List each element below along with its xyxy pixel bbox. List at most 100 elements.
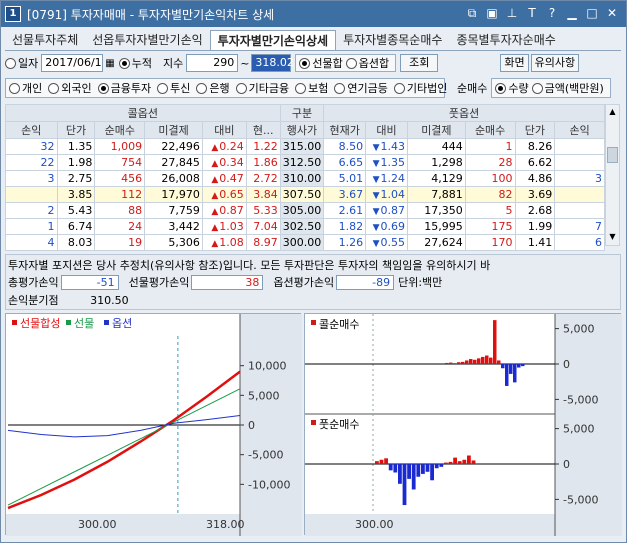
table-cell [5,186,58,203]
bar [402,464,407,506]
date-input[interactable]: 2017/06/1 [41,54,104,72]
index-to-input[interactable]: 318.02 [251,54,294,72]
column-header[interactable]: 미결제 [407,121,466,139]
x-axis-area [305,514,622,536]
table-row[interactable]: 3.8511217,9700.653.84307.503.671.047,881… [5,186,605,203]
payoff-chart-panel: 10,000 5,000 0 -5,000 -10,000 300.00 318.00 선물합… [5,313,302,536]
table-cell: 8.97 [245,234,281,251]
bar [465,360,469,364]
query-button[interactable]: 조회 [400,54,439,72]
tab-1[interactable]: 선물투자주체 [5,30,85,50]
tab-4[interactable]: 투자자별종목순매수 [336,30,449,50]
column-header[interactable]: 손익 [554,121,605,139]
futures-sum-radio[interactable]: 선물합 [299,55,343,71]
bar [398,464,402,484]
table-row[interactable]: 16.74243,4421.037.04302.501.820.6915,995… [5,218,605,235]
column-header[interactable]: 대비 [201,121,247,139]
investor-radio-6[interactable]: 기타금융 [235,80,289,96]
legend-label: 선물합성 [20,317,60,330]
table-row[interactable]: 321.351,00922,4960.241.22315.008.501.434… [5,138,605,155]
table-cell: 100 [464,170,516,187]
screen-button[interactable]: 화면 [500,54,529,72]
column-header[interactable]: 행사가 [279,121,325,139]
bar [462,459,467,464]
table-cell: 1.35 [56,138,96,155]
scroll-up-icon[interactable]: ▲ [607,107,618,118]
net-unit-radio-2[interactable]: 금액(백만원) [531,80,604,96]
query-controls: 일자 2017/06/1 ▦ 누적 지수 290 ~ 318.02 선물합 옵션… [5,54,580,72]
table-row[interactable]: 25.43887,7590.875.33305.002.610.8717,350… [5,202,605,219]
summary-panel: 투자자별 포지션은 당사 추정치(유의사항 참조)입니다. 모든 투자판단은 투… [5,254,621,310]
table-cell: 1.04 [365,186,408,203]
table-cell: 17,970 [144,186,203,203]
table-cell: 17,350 [407,202,466,219]
scroll-down-icon[interactable]: ▼ [607,232,618,243]
tab-3[interactable]: 투자자별만기손익상세 [209,30,337,50]
tab-5[interactable]: 종목별투자자순매수 [449,30,562,50]
table-cell: 3 [5,170,58,187]
minimize-icon[interactable]: ▁ [564,5,580,21]
table-cell: 310.00 [279,170,325,187]
bar [448,461,453,464]
tab-bar: 선물투자주체 선옵투자자별만기손익 투자자별만기손익상세 투자자별종목순매수 종목별투자… [5,30,621,51]
legend-label: 옵션 [112,317,132,330]
investor-radio-2[interactable]: 외국인 [48,80,92,96]
index-label: 지수 [162,57,184,70]
total-pl-label: 총평가손익 [8,276,59,289]
column-header[interactable]: 대비 [365,121,408,139]
help-icon[interactable]: ? [544,5,560,21]
link-icon[interactable]: ⧉ [464,5,480,21]
table-cell: 5 [464,202,516,219]
caution-button[interactable]: 유의사항 [530,54,580,72]
column-header[interactable]: 미결제 [144,121,203,139]
table-cell: 1.35 [365,154,408,171]
font-icon[interactable]: T [524,5,540,21]
investor-radio-3[interactable]: 금융투자 [97,80,151,96]
scroll-thumb[interactable] [607,147,618,163]
column-header[interactable]: 순매수 [94,121,146,139]
date-radio[interactable]: 일자 [5,55,38,71]
column-header[interactable]: 현재가 [323,121,367,139]
investor-radio-5[interactable]: 은행 [196,80,230,96]
table-cell: 8.50 [323,138,367,155]
table-row[interactable]: 32.7545626,0080.472.72310.005.011.244,12… [5,170,605,187]
y-tick-label: -10,000 [248,478,290,491]
investor-radio-8[interactable]: 연기금등 [334,80,388,96]
legend-label: 선물 [74,317,94,330]
close-icon[interactable]: ✕ [604,5,620,21]
table-cell: 82 [464,186,516,203]
column-header[interactable]: 단가 [56,121,96,139]
investor-radio-4[interactable]: 투신 [157,80,190,96]
column-header[interactable]: 손익 [5,121,58,139]
column-header[interactable]: 단가 [514,121,556,139]
table-cell: 3,442 [144,218,203,235]
column-header[interactable]: 순매수 [464,121,516,139]
calendar-icon[interactable]: ▦ [105,58,114,69]
net-unit-radio-1[interactable]: 수량 [495,80,529,96]
investor-radio-1[interactable]: 개인 [9,80,42,96]
index-from-input[interactable]: 290 [186,54,239,72]
table-scrollbar[interactable]: ▲ ▼ [605,104,620,246]
investor-radio-9[interactable]: 기타법인 [393,80,447,96]
table-row[interactable]: 48.03195,3061.088.97300.001.260.5527,624… [5,234,605,251]
options-sum-radio[interactable]: 옵션합 [345,55,389,71]
table-row[interactable]: 221.9875427,8450.341.86312.506.651.351,2… [5,154,605,171]
bar [453,363,457,364]
tab-2[interactable]: 선옵투자자별만기손익 [85,30,209,50]
column-header[interactable]: 현... [245,121,281,139]
table-cell: 5.43 [56,202,96,219]
title-bar[interactable]: 1 [0791] 투자자매매 - 투자자별만기손익차트 상세 ⧉ ▣ ⊥ T ?… [1,1,626,27]
table-cell: 4 [5,234,58,251]
table-cell: 3.67 [323,186,367,203]
investor-radio-7[interactable]: 보험 [295,80,328,96]
bar [501,364,505,369]
cumulative-radio[interactable]: 누적 [118,55,152,71]
series-line-2 [7,388,241,506]
maximize-icon[interactable]: □ [584,5,600,21]
table-cell: 1.82 [323,218,367,235]
pin-icon[interactable]: ⊥ [504,5,520,21]
table-cell: 305.00 [279,202,325,219]
window-icon[interactable]: ▣ [484,5,500,21]
legend-swatch [12,320,17,325]
table-cell: 6.62 [514,154,556,171]
